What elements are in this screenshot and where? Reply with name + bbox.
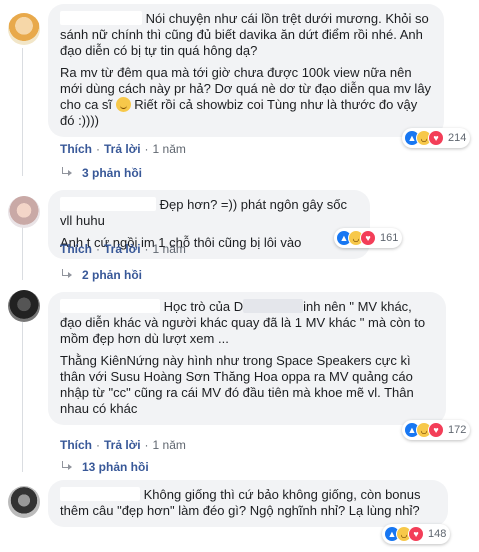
love-reaction-icon: ♥: [360, 230, 376, 246]
reply-arrow-icon: [60, 167, 74, 179]
like-link[interactable]: Thích: [60, 438, 92, 452]
reaction-summary[interactable]: ▲ ◡ ♥ 148: [382, 524, 451, 544]
love-reaction-icon: ♥: [428, 422, 444, 438]
redacted-name: [60, 487, 140, 501]
reaction-summary[interactable]: ▲ ◡ ♥ 161: [334, 228, 403, 248]
thread-line: [22, 48, 23, 176]
view-replies-link[interactable]: 2 phản hồi: [60, 268, 142, 282]
timestamp[interactable]: 1 năm: [153, 142, 186, 156]
view-replies-link[interactable]: 13 phản hồi: [60, 460, 149, 474]
avatar[interactable]: [8, 196, 40, 228]
reaction-count: 148: [428, 528, 447, 540]
reaction-count: 214: [448, 132, 467, 144]
like-link[interactable]: Thích: [60, 142, 92, 156]
love-reaction-icon: ♥: [408, 526, 424, 542]
avatar[interactable]: [8, 13, 40, 45]
comment-actions: Thích · Trả lời · 1 năm: [60, 142, 186, 156]
redacted-name: [60, 197, 156, 211]
smile-emoji-icon: [115, 97, 131, 112]
comment-bubble: Không giống thì cứ bảo không giống, còn …: [48, 480, 448, 527]
comment-actions: Thích · Trả lời · 1 năm: [60, 438, 186, 452]
comment-actions: Thích · Trả lời · 1 năm: [60, 242, 186, 256]
comment-text: Học trò của D: [163, 299, 244, 314]
comment-bubble: Nói chuyện như cái lồn trệt dưới mương. …: [48, 4, 444, 137]
thread-line: [22, 322, 23, 472]
love-reaction-icon: ♥: [428, 130, 444, 146]
reply-link[interactable]: Trả lời: [104, 438, 141, 452]
reaction-count: 161: [380, 232, 399, 244]
redacted-name: [60, 11, 142, 25]
reply-link[interactable]: Trả lời: [104, 142, 141, 156]
view-replies-link[interactable]: 3 phản hồi: [60, 166, 142, 180]
comment-text: Thằng KiênNứng này hình như trong Space …: [60, 353, 414, 416]
reaction-count: 172: [448, 424, 467, 436]
reply-arrow-icon: [60, 461, 74, 473]
redacted-name: [243, 299, 304, 313]
reply-link[interactable]: Trả lời: [104, 242, 141, 256]
reply-arrow-icon: [60, 269, 74, 281]
redacted-name: [60, 299, 160, 313]
reaction-summary[interactable]: ▲ ◡ ♥ 172: [402, 420, 471, 440]
timestamp[interactable]: 1 năm: [153, 438, 186, 452]
comment-bubble: Học trò của Dinh nên " MV khác, đạo diễn…: [48, 292, 446, 425]
avatar[interactable]: [8, 486, 40, 518]
comment-text: Riết rồi cả showbiz coi Tùng như là thướ…: [60, 97, 418, 128]
like-link[interactable]: Thích: [60, 242, 92, 256]
timestamp[interactable]: 1 năm: [153, 242, 186, 256]
avatar[interactable]: [8, 290, 40, 322]
reaction-summary[interactable]: ▲ ◡ ♥ 214: [402, 128, 471, 148]
